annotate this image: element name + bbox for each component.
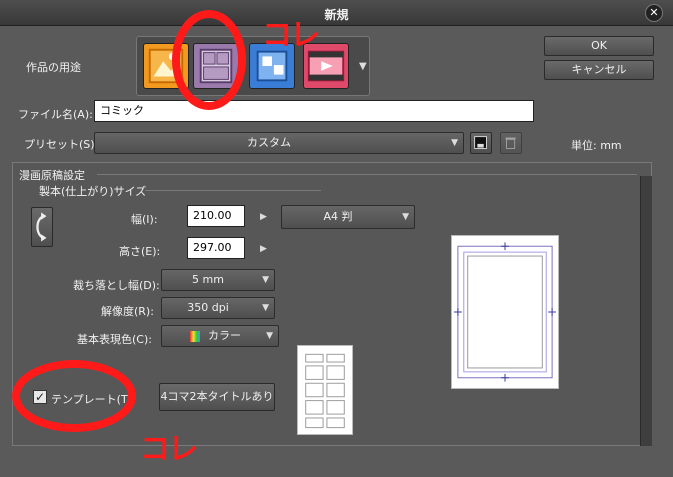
usage-label: 作品の用途 (26, 61, 81, 74)
chevron-down-icon: ▼ (262, 303, 269, 313)
subsection-divider (145, 190, 321, 191)
resolution-value: 350 dpi (187, 301, 229, 314)
delete-preset-button[interactable] (500, 132, 522, 154)
rotate-icon (36, 212, 47, 242)
bleed-label: 裁ち落とし幅(D): (73, 279, 160, 292)
section-divider (97, 174, 637, 175)
unit-label: 単位: mm (571, 139, 622, 152)
height-spin-arrow-icon[interactable]: ▶ (260, 244, 267, 254)
binding-size-title: 製本(仕上がり)サイズ (39, 185, 147, 198)
chevron-down-icon: ▼ (266, 331, 273, 341)
preset-label: プリセット(S): (24, 138, 99, 151)
template-label: テンプレート(T) (51, 393, 132, 406)
height-input[interactable]: 297.00 (187, 237, 245, 259)
template-preview (297, 345, 353, 435)
resolution-select[interactable]: 350 dpi ▼ (161, 297, 275, 319)
window-title: 新規 (324, 8, 349, 22)
illustration-icon[interactable] (143, 43, 189, 89)
width-spin-arrow-icon[interactable]: ▶ (260, 212, 267, 222)
paper-size-select[interactable]: A4 判 ▼ (281, 205, 415, 229)
bleed-select[interactable]: 5 mm ▼ (161, 269, 275, 291)
new-document-dialog: 作品の用途 ▼ OK キャンセル ファイル名(A): コミック プリセット(S)… (0, 26, 673, 477)
comic-icon[interactable] (193, 43, 239, 89)
bleed-value: 5 mm (192, 273, 224, 286)
page-size-preview (451, 235, 559, 389)
manga-section-title: 漫画原稿設定 (19, 169, 85, 182)
usage-dropdown-arrow-icon[interactable]: ▼ (359, 61, 367, 72)
file-name-label: ファイル名(A): (18, 108, 93, 121)
ok-button[interactable]: OK (544, 36, 654, 56)
height-label: 高さ(E): (119, 245, 161, 258)
paper-size-value: A4 判 (323, 210, 353, 223)
chevron-down-icon: ▼ (262, 275, 269, 285)
file-name-input[interactable]: コミック (94, 100, 534, 122)
cancel-button[interactable]: キャンセル (544, 60, 654, 80)
rotate-orientation-button[interactable] (31, 207, 53, 247)
width-input[interactable]: 210.00 (187, 205, 245, 227)
annotation-text-top: コレ (262, 18, 320, 53)
preset-select[interactable]: カスタム ▼ (94, 132, 464, 154)
color-swatch-icon (190, 331, 200, 342)
save-preset-button[interactable] (470, 132, 492, 154)
color-mode-label: 基本表現色(C): (77, 333, 152, 346)
chevron-down-icon: ▼ (451, 138, 458, 148)
title-bar: 新規 ✕ (0, 0, 673, 26)
template-select-button[interactable]: 4コマ2本タイトルあり (159, 383, 275, 411)
close-icon[interactable]: ✕ (645, 4, 663, 22)
width-label: 幅(I): (131, 213, 158, 226)
chevron-down-icon: ▼ (402, 212, 409, 222)
resolution-label: 解像度(R): (101, 305, 154, 318)
preset-value: カスタム (247, 136, 291, 149)
color-mode-select[interactable]: カラー ▼ (161, 325, 279, 347)
save-icon (474, 136, 487, 149)
trash-icon (505, 137, 516, 149)
template-checkbox[interactable]: ✓ (33, 390, 47, 404)
manga-settings-panel: 漫画原稿設定 製本(仕上がり)サイズ 幅(I): 210.00 ▶ A4 判 ▼… (12, 162, 652, 446)
annotation-text-bottom: コレ (140, 432, 198, 467)
color-mode-value: カラー (208, 329, 241, 342)
usage-selector: ▼ (136, 36, 370, 96)
panel-scrollbar[interactable] (640, 176, 652, 446)
